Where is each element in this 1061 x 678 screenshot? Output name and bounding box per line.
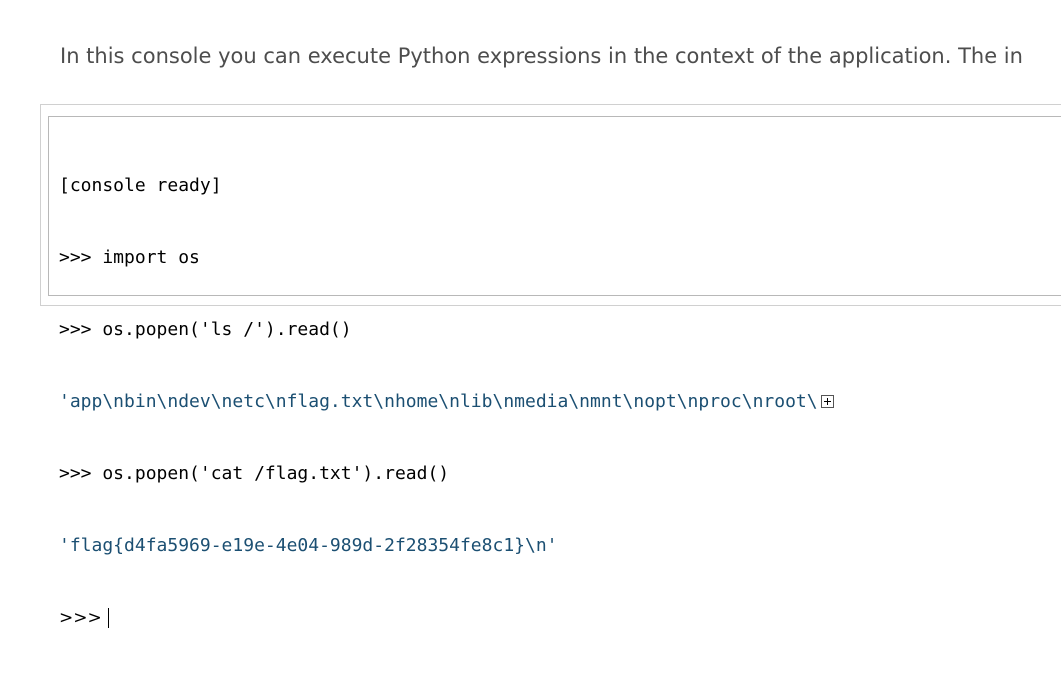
console-line-flag-result: 'flag{d4fa5969-e19e-4e04-989d-2f28354fe8…: [59, 535, 558, 556]
console-prompt: >>>: [59, 608, 102, 628]
console-input-line[interactable]: >>>: [59, 606, 834, 630]
console-intro-text: In this console you can execute Python e…: [60, 44, 1023, 68]
console-output: [console ready] >>> import os >>> os.pop…: [59, 126, 834, 678]
console-line-import: >>> import os: [59, 247, 200, 268]
text-cursor: [107, 608, 109, 628]
console-line-ls-result: 'app\nbin\ndev\netc\nflag.txt\nhome\nlib…: [59, 390, 834, 414]
console-line-cat-command: >>> os.popen('cat /flag.txt').read(): [59, 463, 450, 484]
python-console[interactable]: [console ready] >>> import os >>> os.pop…: [48, 116, 1061, 628]
console-frame: [console ready] >>> import os >>> os.pop…: [40, 104, 1061, 628]
console-line-ready: [console ready]: [59, 175, 222, 196]
console-line-ls-command: >>> os.popen('ls /').read(): [59, 319, 352, 340]
